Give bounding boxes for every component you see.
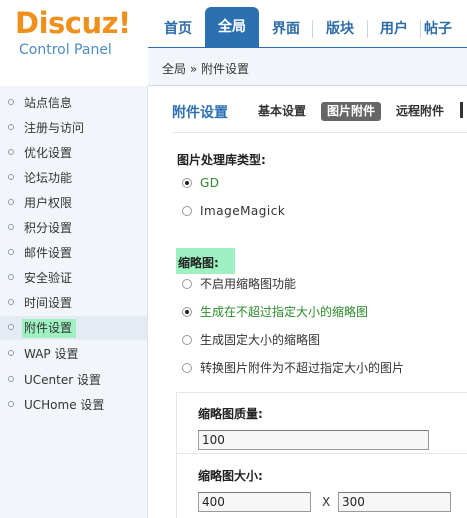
logo[interactable]: Discuz! Control Panel [0,0,148,86]
bullet-icon [8,401,14,407]
sidebar-item-wap[interactable]: WAP 设置 [0,342,147,366]
radio-unchecked-icon[interactable] [182,335,192,345]
nav-separator [312,20,313,38]
sidebar-item-permissions[interactable]: 用户权限 [0,191,147,215]
bullet-icon [8,249,14,255]
sidebar-item-label: 优化设置 [24,146,73,160]
logo-bang: ! [118,6,131,40]
top-nav: 首页 全局 界面 版块 用户 帖子 [148,0,467,47]
thumbnail-settings-panel: 缩略图质量: 缩略图大小: X [176,392,467,518]
sidebar-item-mail[interactable]: 邮件设置 [0,241,147,265]
sidebar-item-attachments[interactable]: 附件设置 [0,316,147,340]
nav-separator [420,20,421,38]
radio-checked-icon[interactable] [182,178,192,188]
quality-label: 缩略图质量: [198,407,263,421]
header: Discuz! Control Panel 首页 全局 界面 版块 用户 帖子 … [0,0,467,86]
logo-brand: Discuz! [15,6,131,40]
height-input[interactable] [338,492,451,512]
nav-tab-threads[interactable]: 帖子 [424,14,467,47]
bullet-icon [8,149,14,155]
option-label: 转换图片附件为不超过指定大小的图片 [200,361,405,375]
sidebar-item-site-info[interactable]: 站点信息 [0,91,147,115]
page-title: 附件设置 [172,105,228,121]
radio-unchecked-icon[interactable] [182,363,192,373]
bullet-icon [8,199,14,205]
tab-image-attachments[interactable]: 图片附件 [321,102,382,121]
main-content: 附件设置 基本设置 图片附件 远程附件 图片处理库类型: GD ImageMag… [148,86,467,518]
divider [172,132,467,133]
sidebar-item-label: 站点信息 [24,96,73,110]
breadcrumb: 全局 » 附件设置 [162,62,249,76]
sidebar-item-label: 论坛功能 [24,171,73,185]
sidebar-item-label: 邮件设置 [24,246,73,260]
sidebar-item-uchome[interactable]: UCHome 设置 [0,393,147,417]
sidebar-item-label: 积分设置 [24,221,73,235]
sidebar-item-label: 时间设置 [24,296,73,310]
option-label: 生成固定大小的缩略图 [200,333,321,347]
nav-tab-interface[interactable]: 界面 [261,14,311,47]
nav-tab-home[interactable]: 首页 [152,14,204,47]
sidebar: 站点信息 注册与访问 优化设置 论坛功能 用户权限 积分设置 邮件设置 安全验证… [0,86,148,518]
tab-overflow-marker [460,102,463,118]
sidebar-item-optimize[interactable]: 优化设置 [0,141,147,165]
tab-remote-attachments[interactable]: 远程附件 [396,102,444,121]
sidebar-item-label: 附件设置 [22,319,77,338]
thumbnail-label-highlight: 缩略图: [176,248,235,274]
sidebar-item-label: 注册与访问 [24,121,85,135]
thumbnail-label: 缩略图: [178,256,219,270]
divider [177,453,467,454]
radio-unchecked-icon[interactable] [182,206,192,216]
nav-tab-global[interactable]: 全局 [205,7,259,47]
logo-brand-name: Discuz [15,6,119,40]
option-label: 不启用缩略图功能 [200,277,297,291]
radio-unchecked-icon[interactable] [182,279,192,289]
times-sign: X [322,495,331,509]
sidebar-item-label: UCenter 设置 [24,373,101,387]
bullet-icon [8,324,14,330]
option-label: 生成在不超过指定大小的缩略图 [200,305,369,319]
sidebar-item-forum-features[interactable]: 论坛功能 [0,166,147,190]
bullet-icon [8,99,14,105]
sidebar-item-label: WAP 设置 [24,347,79,361]
logo-subtitle: Control Panel [19,42,112,58]
sidebar-item-security[interactable]: 安全验证 [0,266,147,290]
bullet-icon [8,376,14,382]
sidebar-item-ucenter[interactable]: UCenter 设置 [0,368,147,392]
sidebar-item-label: 安全验证 [24,271,73,285]
image-lib-label: 图片处理库类型: [177,153,266,167]
size-label: 缩略图大小: [198,469,263,483]
breadcrumb-bar: 全局 » 附件设置 [148,47,467,86]
radio-checked-icon[interactable] [182,307,192,317]
option-label: GD [200,176,220,190]
bullet-icon [8,274,14,280]
sidebar-item-label: 用户权限 [24,196,73,210]
sidebar-item-register[interactable]: 注册与访问 [0,116,147,140]
nav-separator [367,20,368,38]
sidebar-item-label: UCHome 设置 [24,398,105,412]
bullet-icon [8,224,14,230]
nav-tab-users[interactable]: 用户 [369,14,419,47]
sidebar-item-credits[interactable]: 积分设置 [0,216,147,240]
quality-input[interactable] [198,430,429,450]
bullet-icon [8,350,14,356]
sidebar-item-time[interactable]: 时间设置 [0,291,147,315]
nav-tab-forums[interactable]: 版块 [314,14,366,47]
bullet-icon [8,124,14,130]
bullet-icon [8,174,14,180]
option-label: ImageMagick [200,204,286,218]
bullet-icon [8,299,14,305]
width-input[interactable] [198,492,311,512]
tab-basic-settings[interactable]: 基本设置 [258,102,306,121]
